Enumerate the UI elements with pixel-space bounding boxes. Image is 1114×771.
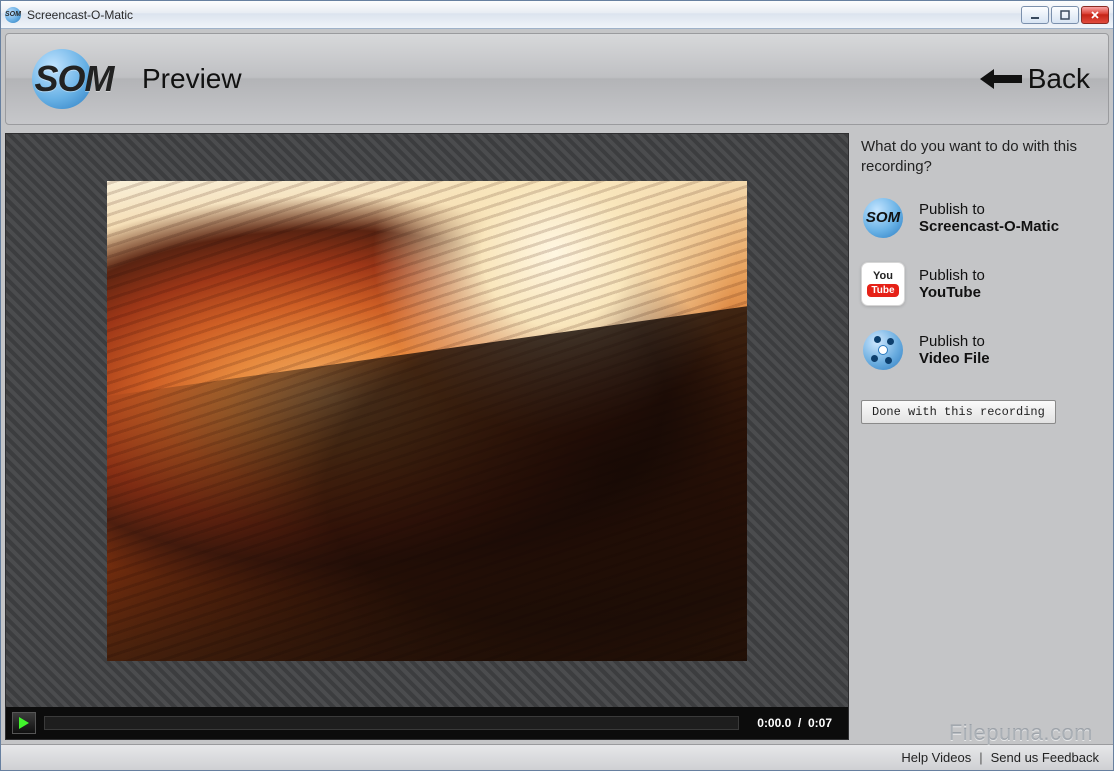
done-button[interactable]: Done with this recording (861, 400, 1056, 424)
app-icon-label: SOM (5, 7, 21, 23)
play-icon (19, 717, 29, 729)
help-videos-link[interactable]: Help Videos (901, 750, 971, 765)
app-window: SOM Screencast-O-Matic SOM Preview (0, 0, 1114, 771)
window-maximize-button[interactable] (1051, 6, 1079, 24)
player-bar: 0:00.0 / 0:07 (6, 707, 848, 739)
publish-option-som[interactable]: SOM Publish to Screencast-O-Matic (861, 196, 1101, 240)
app-body: SOM Preview Back (1, 29, 1113, 770)
window-title: Screencast-O-Matic (27, 8, 133, 22)
side-panel: What do you want to do with this recordi… (857, 133, 1109, 740)
back-button[interactable]: Back (980, 63, 1090, 95)
film-reel-icon (861, 328, 905, 372)
app-icon: SOM (5, 7, 21, 23)
send-feedback-link[interactable]: Send us Feedback (991, 750, 1099, 765)
video-preview-frame[interactable] (107, 181, 747, 661)
publish-line2: Video File (919, 350, 990, 367)
window-minimize-button[interactable] (1021, 6, 1049, 24)
publish-line2: YouTube (919, 284, 985, 301)
publish-option-youtube[interactable]: You Tube Publish to YouTube (861, 262, 1101, 306)
footer-separator: | (979, 750, 982, 765)
preview-pane: 0:00.0 / 0:07 (5, 133, 849, 740)
back-arrow-icon (980, 69, 1022, 89)
play-button[interactable] (12, 712, 36, 734)
back-button-label: Back (1028, 63, 1090, 95)
publish-line2: Screencast-O-Matic (919, 218, 1059, 235)
time-display: 0:00.0 / 0:07 (747, 716, 842, 730)
page-title: Preview (142, 63, 242, 95)
publish-line1: Publish to (919, 267, 985, 284)
footer-bar: Help Videos | Send us Feedback (1, 744, 1113, 770)
workspace: 0:00.0 / 0:07 What do you want to do wit… (5, 133, 1109, 740)
som-icon: SOM (861, 196, 905, 240)
app-logo-text: SOM (34, 58, 113, 100)
publish-line1: Publish to (919, 201, 1059, 218)
youtube-icon: You Tube (861, 262, 905, 306)
window-close-button[interactable] (1081, 6, 1109, 24)
window-titlebar: SOM Screencast-O-Matic (1, 1, 1113, 29)
header-bar: SOM Preview Back (5, 33, 1109, 125)
duration: 0:07 (808, 716, 832, 730)
progress-track[interactable] (44, 716, 739, 730)
publish-option-videofile[interactable]: Publish to Video File (861, 328, 1101, 372)
current-time: 0:00.0 (757, 716, 791, 730)
side-prompt: What do you want to do with this recordi… (861, 137, 1101, 178)
video-area (6, 134, 848, 707)
app-logo: SOM (24, 49, 124, 109)
publish-line1: Publish to (919, 333, 990, 350)
